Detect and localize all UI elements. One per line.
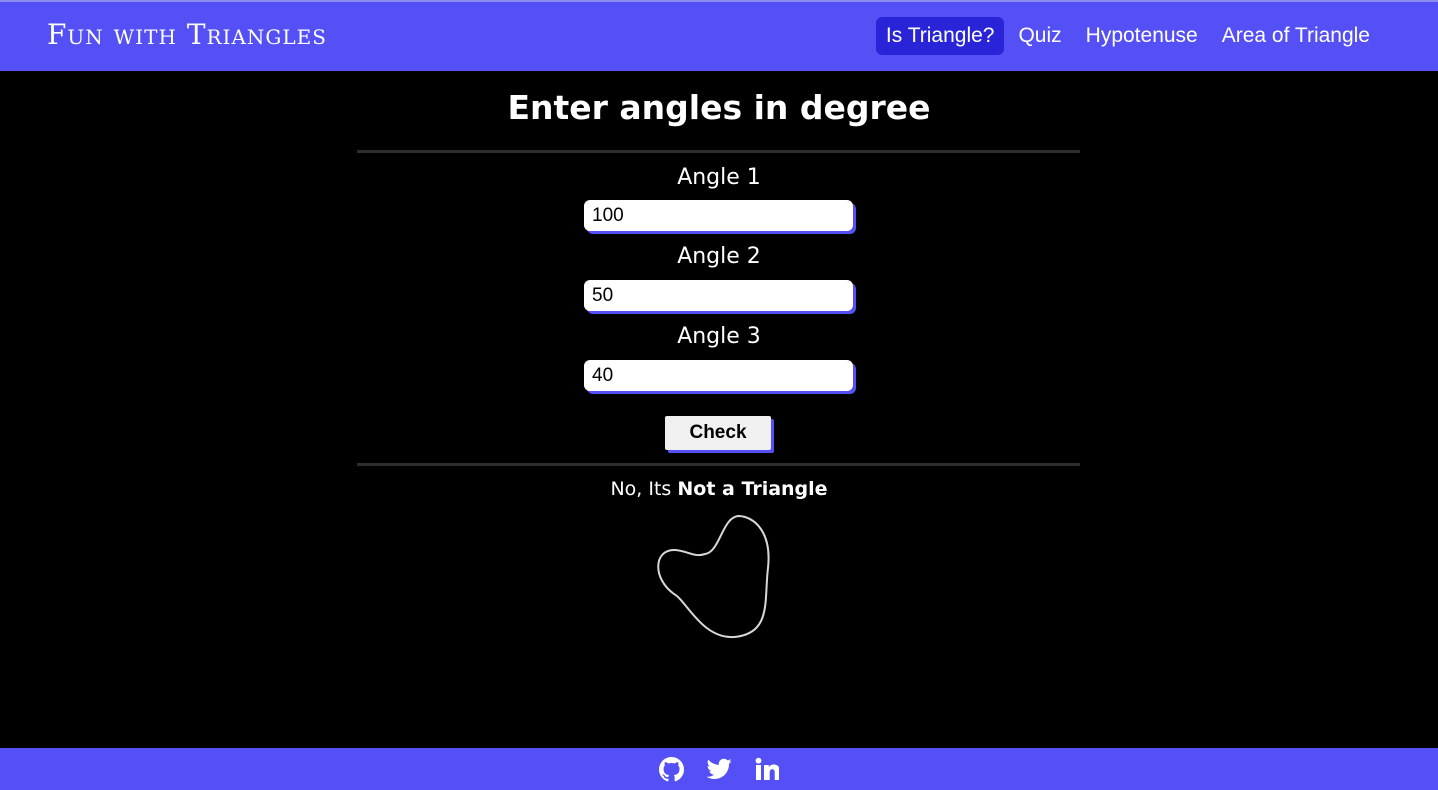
navbar: Fun with Triangles Is Triangle? Quiz Hyp… xyxy=(0,0,1438,71)
footer xyxy=(0,748,1438,790)
nav-link-hypotenuse[interactable]: Hypotenuse xyxy=(1076,17,1208,55)
angle-1-label: Angle 1 xyxy=(677,165,761,190)
nav-link-is-triangle[interactable]: Is Triangle? xyxy=(875,17,1005,55)
result-message: No, Its Not a Triangle xyxy=(0,478,1438,500)
nav-links: Is Triangle? Quiz Hypotenuse Area of Tri… xyxy=(872,17,1380,55)
result-prefix: No, Its xyxy=(610,478,678,500)
result-emphasis: Not a Triangle xyxy=(677,478,828,500)
check-button[interactable]: Check xyxy=(665,416,771,450)
angle-2-label: Angle 2 xyxy=(677,244,761,269)
nav-link-quiz[interactable]: Quiz xyxy=(1008,17,1071,55)
angle-3-input[interactable] xyxy=(584,360,853,391)
angle-3-label: Angle 3 xyxy=(677,324,761,349)
github-icon[interactable] xyxy=(658,756,684,782)
brand-title[interactable]: Fun with Triangles xyxy=(47,18,327,51)
nav-link-area-of-triangle[interactable]: Area of Triangle xyxy=(1212,17,1380,55)
blob-shape-icon xyxy=(657,514,770,639)
twitter-icon[interactable] xyxy=(706,756,732,782)
angle-1-input[interactable] xyxy=(584,200,853,231)
linkedin-icon[interactable] xyxy=(754,756,780,782)
page-heading: Enter angles in degree xyxy=(507,88,931,127)
divider-top xyxy=(357,150,1080,153)
divider-bottom xyxy=(357,463,1080,466)
angle-2-input[interactable] xyxy=(584,280,853,311)
